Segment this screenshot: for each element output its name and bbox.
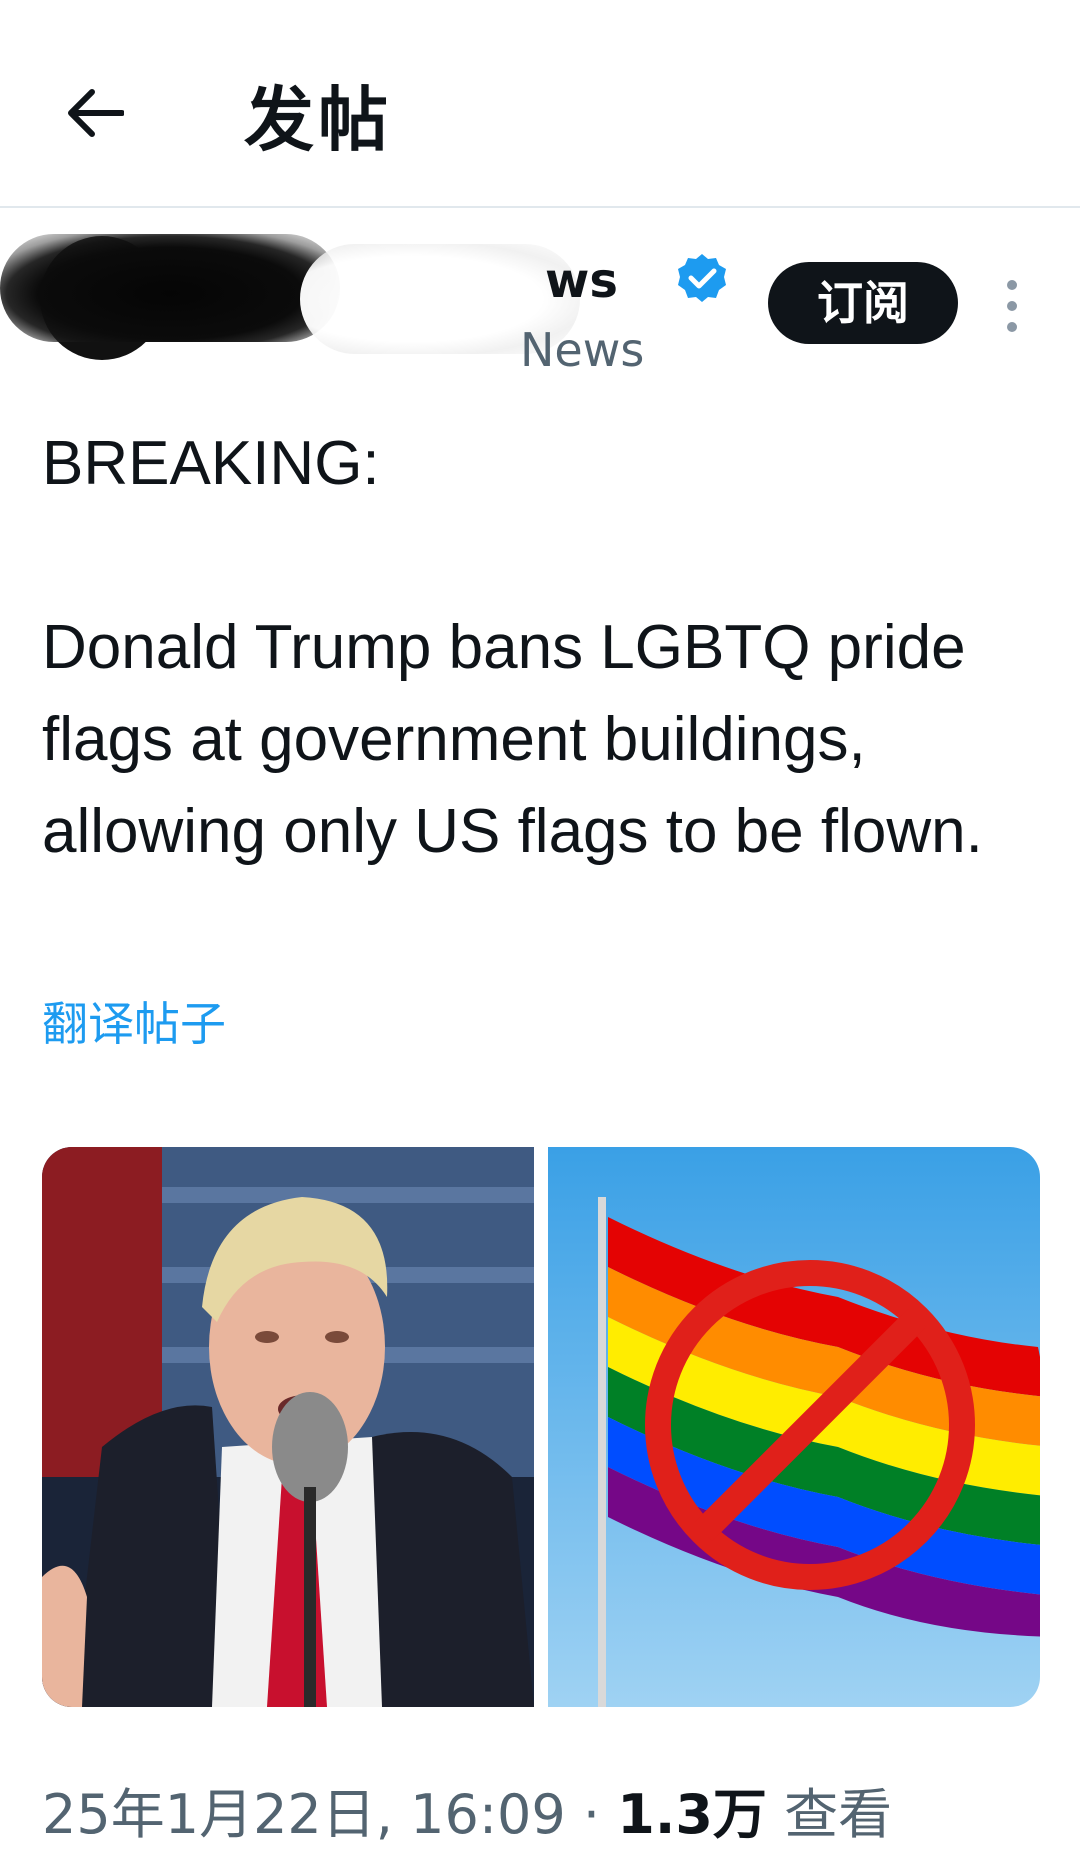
photo-rainbow-flag-prohibited[interactable] bbox=[548, 1147, 1040, 1707]
meta-separator: · bbox=[582, 1783, 601, 1846]
photo-speaker-at-microphone[interactable] bbox=[42, 1147, 534, 1707]
post-author-row: ws News 订阅 bbox=[0, 230, 1080, 390]
arrow-left-icon bbox=[68, 89, 124, 137]
views-count: 1.3万 bbox=[617, 1783, 767, 1846]
post-timestamp[interactable]: 25年1月22日, 16:09 bbox=[42, 1783, 566, 1846]
post-meta-row: 25年1月22日, 16:09 · 1.3万 查看 bbox=[42, 1780, 892, 1850]
more-options-button[interactable] bbox=[996, 280, 1028, 332]
top-bar: 发帖 bbox=[0, 0, 1080, 208]
views-label: 查看 bbox=[784, 1783, 893, 1846]
more-vertical-icon bbox=[1007, 280, 1017, 290]
post-text-body: Donald Trump bans LGBTQ pride flags at g… bbox=[42, 613, 983, 866]
redaction-scribble bbox=[0, 234, 340, 342]
author-display-name[interactable]: ws bbox=[545, 252, 618, 310]
translate-post-link[interactable]: 翻译帖子 bbox=[42, 996, 226, 1052]
post-body: BREAKING: Donald Trump bans LGBTQ pride … bbox=[42, 418, 1042, 878]
post-media-grid bbox=[42, 1147, 1040, 1707]
back-button[interactable] bbox=[60, 78, 130, 148]
post-text-headline: BREAKING: bbox=[42, 429, 380, 498]
subscribe-button[interactable]: 订阅 bbox=[768, 262, 958, 344]
author-handle[interactable]: News bbox=[520, 322, 644, 378]
page-title: 发帖 bbox=[244, 79, 392, 161]
verified-badge-icon bbox=[678, 254, 726, 302]
